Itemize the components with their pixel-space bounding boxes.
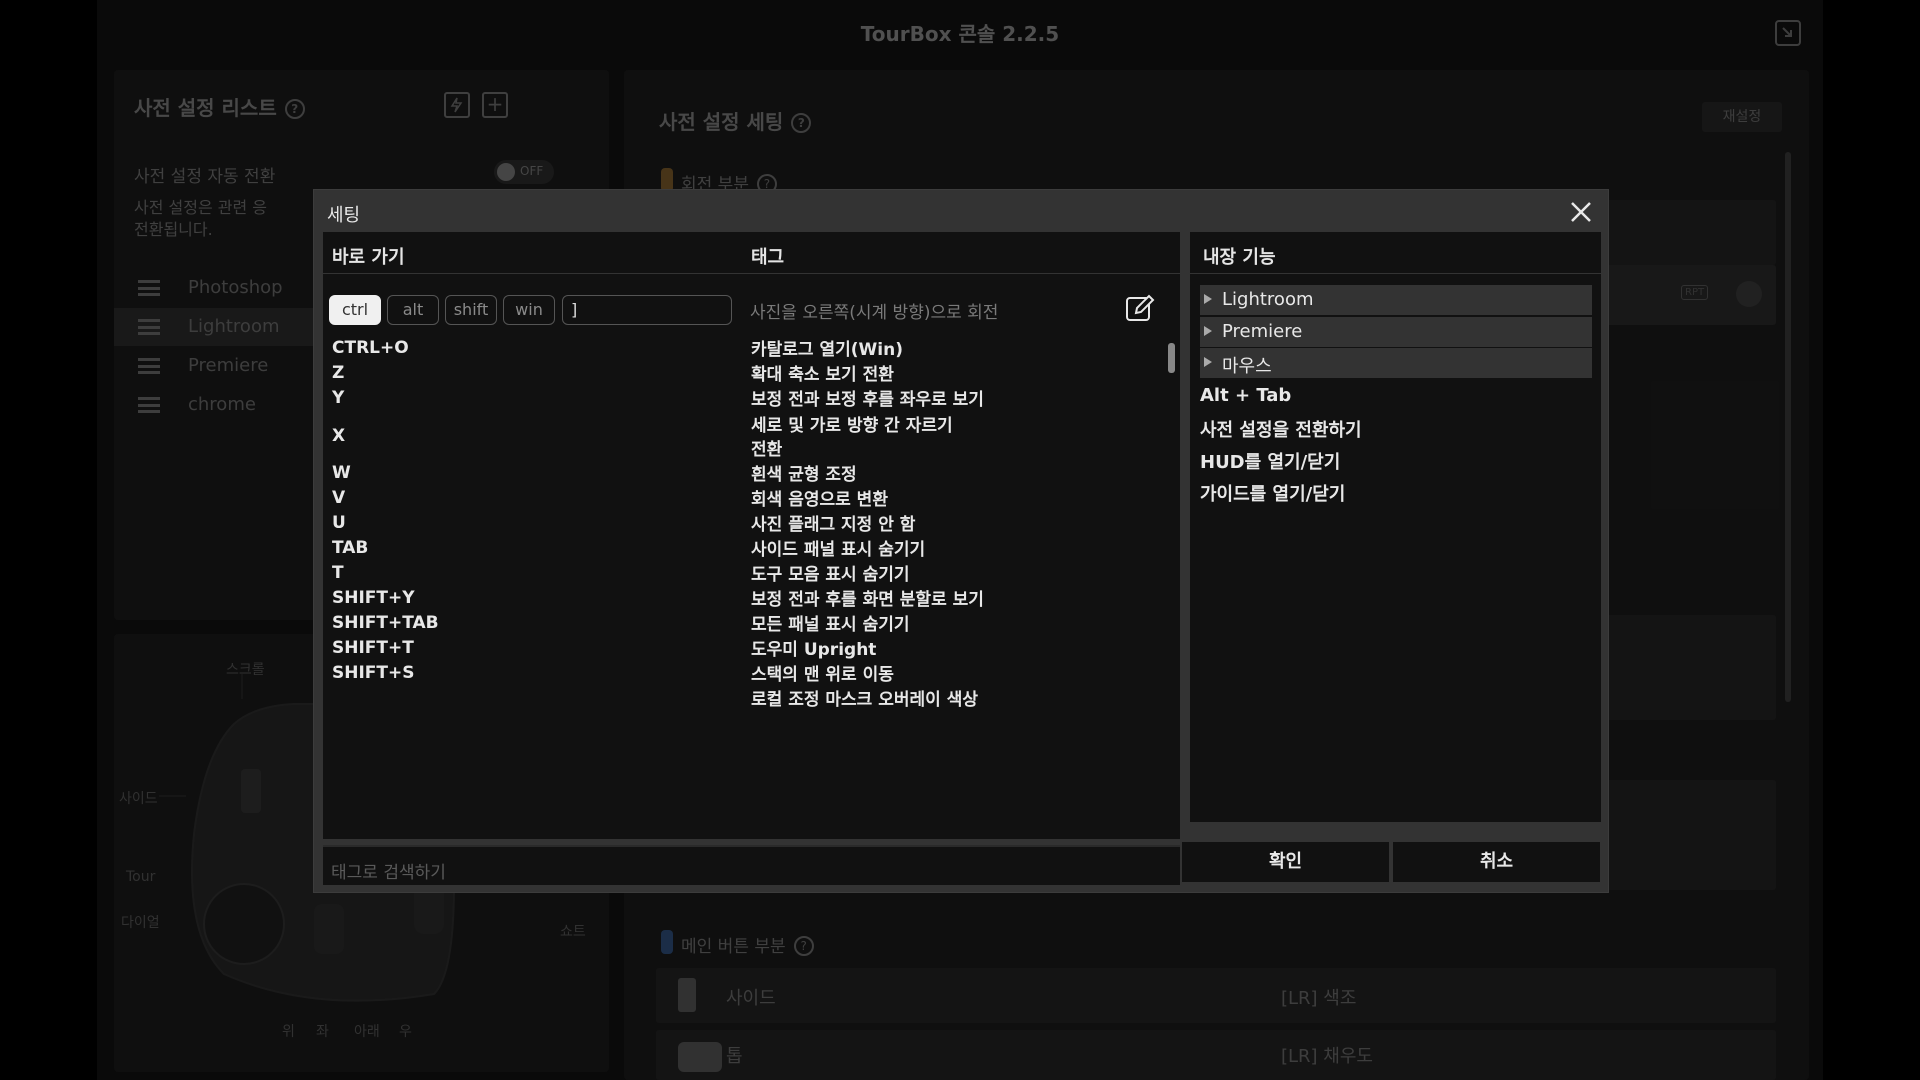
dialog-title: 세팅 <box>327 205 361 226</box>
shortcut-tag: 보정 전과 후를 화면 분할로 보기 <box>751 590 984 610</box>
item-label: Alt + Tab <box>1200 385 1292 406</box>
builtin-group-mouse[interactable]: 마우스 <box>1200 348 1592 378</box>
shortcut-tag: 사이드 패널 표시 숨기기 <box>751 540 926 560</box>
builtin-item-toggle-hud[interactable]: HUD를 열기/닫기 <box>1200 444 1592 474</box>
item-label: HUD를 열기/닫기 <box>1200 452 1341 473</box>
key-input[interactable]: ] <box>562 295 732 325</box>
group-label: Lightroom <box>1222 289 1314 310</box>
modifier-shift[interactable]: shift <box>445 295 497 325</box>
shortcut-tag: 카탈로그 열기(Win) <box>751 340 903 360</box>
shortcut-key: SHIFT+T <box>332 638 414 658</box>
close-icon <box>1571 202 1591 222</box>
tag-column-header: 태그 <box>751 247 785 268</box>
expand-arrow-icon <box>1204 357 1212 367</box>
builtin-item-switch-preset[interactable]: 사전 설정을 전환하기 <box>1200 412 1592 442</box>
tag-search-input[interactable]: 태그로 검색하기 <box>323 845 1180 885</box>
shortcut-key: T <box>332 563 344 583</box>
shortcut-row[interactable]: X 세로 및 가로 방향 간 자르기 전환 <box>323 414 1163 464</box>
shortcut-key: TAB <box>332 538 369 558</box>
builtin-item-alt-tab[interactable]: Alt + Tab <box>1200 381 1592 411</box>
builtin-group-premiere[interactable]: Premiere <box>1200 317 1592 347</box>
item-label: 가이드를 열기/닫기 <box>1200 484 1346 505</box>
tag-input[interactable]: 사진을 오른쪽(시계 방향)으로 회전 <box>750 298 998 323</box>
shortcut-panel: 바로 가기 태그 ctrl alt shift win ] 사진을 오른쪽(시계… <box>323 232 1180 839</box>
builtin-functions-panel: 내장 기능 Lightroom Premiere 마우스 Alt + Tab 사… <box>1190 232 1601 822</box>
header-divider <box>323 273 1180 274</box>
expand-arrow-icon <box>1204 294 1212 304</box>
shortcut-key: W <box>332 463 351 483</box>
item-label: 사전 설정을 전환하기 <box>1200 420 1362 441</box>
shortcut-key: SHIFT+TAB <box>332 613 439 633</box>
edit-icon <box>1126 294 1155 321</box>
shortcut-tag: 확대 축소 보기 전환 <box>751 365 894 385</box>
shortcut-tag: 회색 음영으로 변환 <box>751 490 888 510</box>
settings-dialog: 세팅 바로 가기 태그 ctrl alt shift win ] 사진을 오른쪽… <box>313 189 1609 893</box>
close-button[interactable] <box>1567 198 1595 226</box>
modifier-win[interactable]: win <box>503 295 555 325</box>
edit-tag-button[interactable] <box>1123 292 1157 326</box>
group-label: 마우스 <box>1222 356 1272 377</box>
shortcut-key: V <box>332 488 346 508</box>
shortcut-key: CTRL+O <box>332 338 409 358</box>
shortcut-key: U <box>332 513 346 533</box>
search-placeholder: 태그로 검색하기 <box>331 863 446 883</box>
shortcut-list: CTRL+O 카탈로그 열기(Win) Z 확대 축소 보기 전환 Y 보정 전과 보… <box>323 338 1163 838</box>
shortcut-tag: 도우미 Upright <box>751 640 877 660</box>
shortcut-tag: 모든 패널 표시 숨기기 <box>751 615 910 635</box>
shortcut-key: SHIFT+Y <box>332 588 415 608</box>
shortcut-key: X <box>332 426 346 446</box>
shortcut-tag: 세로 및 가로 방향 간 자르기 전환 <box>751 416 953 460</box>
shortcut-key: SHIFT+S <box>332 663 415 683</box>
builtin-header: 내장 기능 <box>1203 247 1276 268</box>
shortcut-tag: 보정 전과 보정 후를 좌우로 보기 <box>751 390 984 410</box>
shortcut-tag: 흰색 균형 조정 <box>751 465 857 485</box>
shortcut-tag: 스택의 맨 위로 이동 <box>751 665 894 685</box>
shortcut-list-scrollbar[interactable] <box>1168 343 1175 373</box>
shortcut-key: Z <box>332 363 345 383</box>
shortcut-key: Y <box>332 388 345 408</box>
builtin-item-toggle-guide[interactable]: 가이드를 열기/닫기 <box>1200 476 1592 506</box>
shortcut-tag: 도구 모음 표시 숨기기 <box>751 565 910 585</box>
group-label: Premiere <box>1222 321 1303 342</box>
cancel-button[interactable]: 취소 <box>1393 842 1600 882</box>
confirm-button[interactable]: 확인 <box>1182 842 1389 882</box>
shortcut-column-header: 바로 가기 <box>332 247 405 268</box>
shortcut-tag: 사진 플래그 지정 안 함 <box>751 515 916 535</box>
modifier-alt[interactable]: alt <box>387 295 439 325</box>
expand-arrow-icon <box>1204 326 1212 336</box>
builtin-group-lightroom[interactable]: Lightroom <box>1200 285 1592 315</box>
header-divider <box>1190 273 1601 274</box>
shortcut-tag: 로컬 조정 마스크 오버레이 색상 <box>751 690 978 710</box>
modifier-ctrl[interactable]: ctrl <box>329 295 381 325</box>
